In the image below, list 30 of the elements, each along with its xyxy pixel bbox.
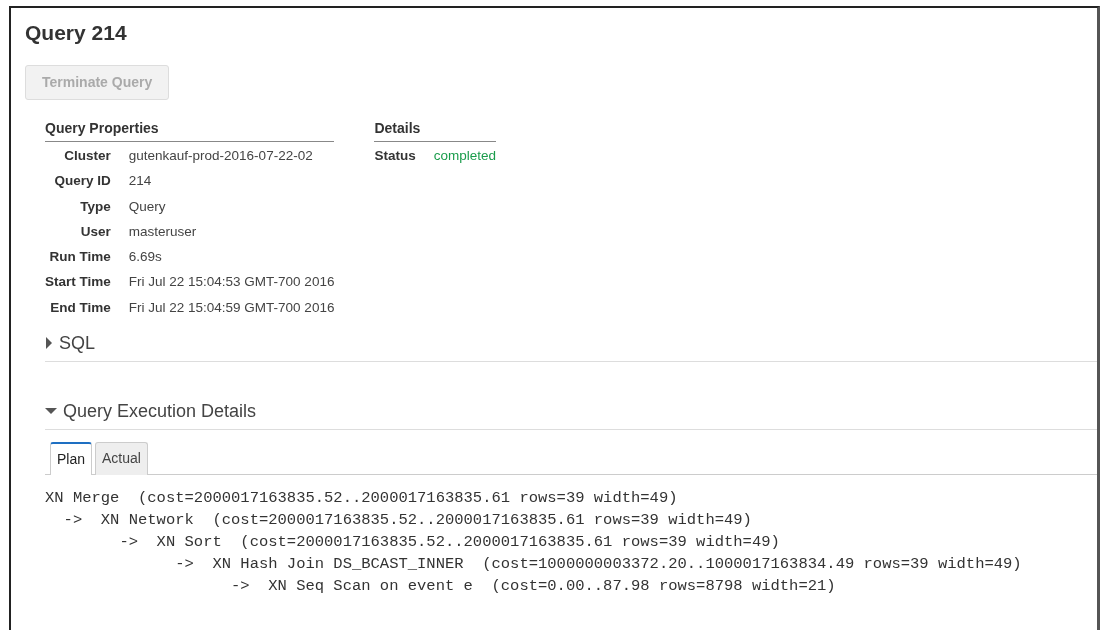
property-value: 214 xyxy=(128,172,153,191)
plan-line: -> XN Seq Scan on event e (cost=0.00..87.98 rows=8798 width=21) xyxy=(230,575,837,597)
property-label: End Time xyxy=(49,298,111,317)
property-label: Start Time xyxy=(45,273,111,292)
section-title[interactable]: Query Execution Details xyxy=(63,397,257,425)
property-value: 6.69s xyxy=(128,248,163,267)
caret-icon[interactable] xyxy=(45,407,57,416)
property-label: Query ID xyxy=(53,172,111,191)
property-value: masteruser xyxy=(128,222,198,241)
plan-line: -> XN Network (cost=2000017163835.52..2000017163835.61 rows=39 width=49) xyxy=(62,509,753,531)
property-label: Run Time xyxy=(48,248,111,267)
caret-icon[interactable] xyxy=(45,337,53,350)
property-label: User xyxy=(79,222,111,241)
property-value: Query xyxy=(128,197,167,216)
property-label: Type xyxy=(79,197,111,216)
property-value: Fri Jul 22 15:04:59 GMT-700 2016 xyxy=(128,298,335,317)
property-value: Fri Jul 22 15:04:53 GMT-700 2016 xyxy=(128,273,335,292)
tab[interactable]: Plan xyxy=(50,441,93,475)
plan-line: -> XN Sort (cost=2000017163835.52..2000017163835.61 rows=39 width=49) xyxy=(118,531,781,553)
property-value: completed xyxy=(433,147,496,166)
property-value: gutenkauf-prod-2016-07-22-02 xyxy=(128,147,314,166)
tab[interactable]: Actual xyxy=(95,441,148,475)
plan-line: XN Merge (cost=2000017163835.52..2000017163835.61 rows=39 width=49) xyxy=(45,487,679,509)
page-title: Query 214 xyxy=(25,20,128,46)
section-heading: Details xyxy=(374,118,496,143)
section-title[interactable]: SQL xyxy=(59,329,96,357)
property-label: Cluster xyxy=(63,147,111,166)
plan-line: -> XN Hash Join DS_BCAST_INNER (cost=1000000003372.20..1000017163834.49 rows=39 width=49) xyxy=(174,553,1023,575)
property-label: Status xyxy=(374,147,416,166)
section-heading: Query Properties xyxy=(45,118,335,143)
